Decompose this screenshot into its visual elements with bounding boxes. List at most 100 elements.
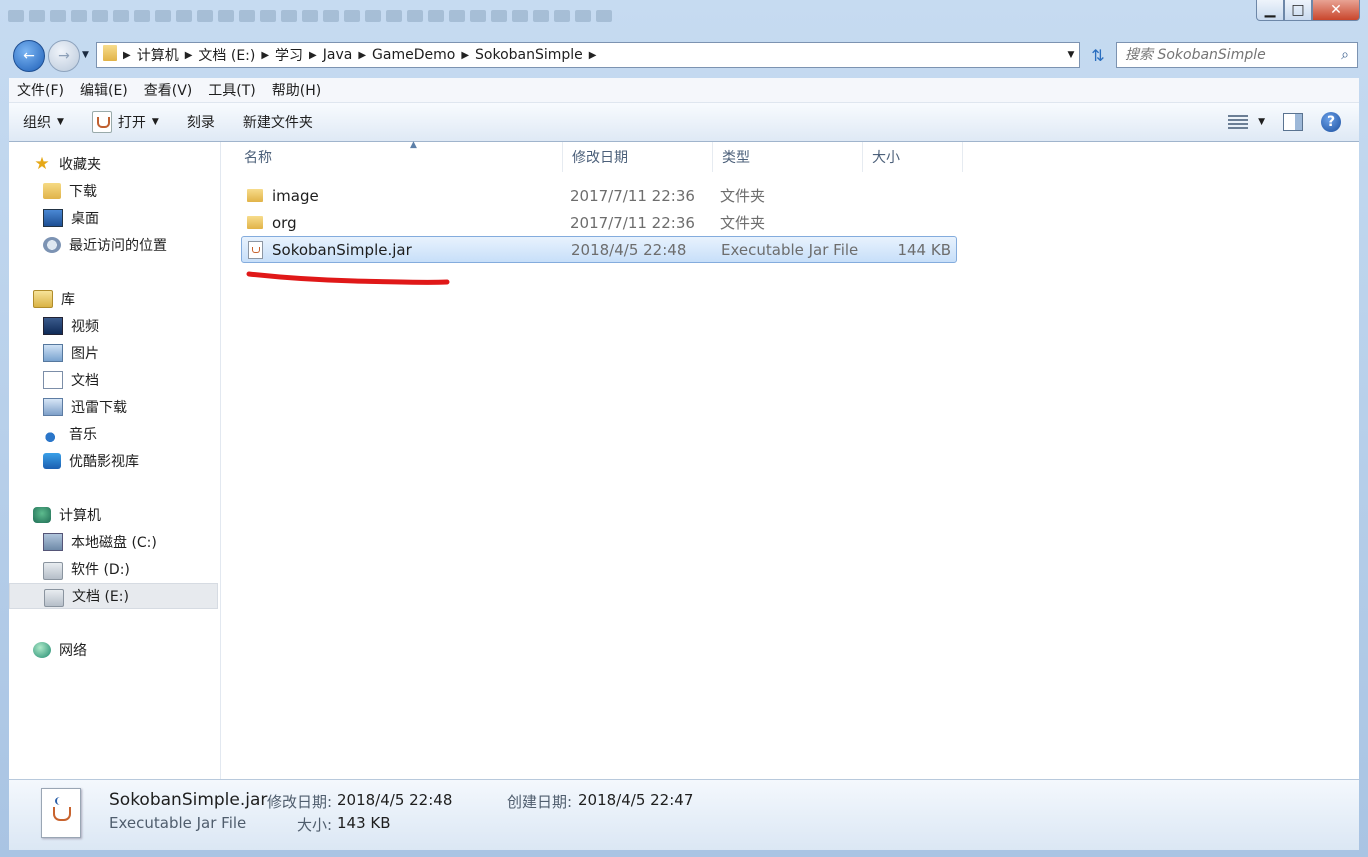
help-icon[interactable]: ?	[1321, 112, 1341, 132]
column-header-size[interactable]: 大小	[863, 142, 963, 172]
nav-network[interactable]: 网络	[9, 637, 242, 663]
minimize-icon: ▁	[1264, 2, 1276, 18]
nav-computer-label: 计算机	[59, 508, 101, 524]
refresh-icon: ⇅	[1091, 45, 1105, 65]
burn-button[interactable]: 刻录	[173, 112, 229, 132]
search-box[interactable]: ⌕	[1116, 42, 1358, 68]
new-folder-button[interactable]: 新建文件夹	[229, 112, 327, 132]
file-row-sokobansimple-jar[interactable]: SokobanSimple.jar 2018/4/5 22:48 Executa…	[241, 236, 957, 263]
folder-icon	[247, 189, 263, 202]
preview-pane-icon[interactable]	[1283, 113, 1303, 131]
nav-desktop[interactable]: 桌面	[9, 205, 252, 231]
details-size-value: 143 KB	[337, 814, 391, 832]
menu-view[interactable]: 查看(V)	[136, 80, 201, 100]
chevron-right-icon[interactable]: ▶	[358, 50, 366, 61]
breadcrumb-study[interactable]: 学习	[269, 45, 309, 65]
thunder-library-icon	[43, 398, 63, 416]
refresh-button[interactable]: ⇅	[1085, 42, 1111, 68]
search-input[interactable]	[1117, 46, 1333, 64]
file-row-org[interactable]: org 2017/7/11 22:36 文件夹	[241, 209, 957, 236]
window-controls: ▁ □ ✕	[1256, 0, 1360, 21]
nav-youku-library[interactable]: 优酷影视库	[9, 448, 252, 474]
forward-button[interactable]: →	[48, 40, 80, 72]
video-library-icon	[43, 317, 63, 335]
nav-videos[interactable]: 视频	[9, 313, 252, 339]
chevron-down-icon[interactable]: ▼	[152, 117, 159, 127]
nav-drive-d[interactable]: 软件 (D:)	[9, 556, 252, 582]
nav-pictures-label: 图片	[71, 346, 99, 362]
view-options-button[interactable]: ▼	[1228, 115, 1265, 129]
column-header-type[interactable]: 类型	[713, 142, 863, 172]
menu-tools[interactable]: 工具(T)	[200, 80, 263, 100]
chevron-right-icon[interactable]: ▶	[185, 50, 193, 61]
chevron-right-icon[interactable]: ▶	[461, 50, 469, 61]
nav-pictures[interactable]: 图片	[9, 340, 252, 366]
minimize-button[interactable]: ▁	[1256, 0, 1284, 21]
file-modified: 2017/7/11 22:36	[570, 213, 695, 232]
recent-places-icon	[43, 237, 61, 253]
arrow-left-icon: ←	[23, 48, 35, 64]
breadcrumb-java[interactable]: Java	[317, 47, 359, 63]
breadcrumb-gamedemo[interactable]: GameDemo	[366, 47, 461, 63]
menu-edit[interactable]: 编辑(E)	[72, 80, 136, 100]
star-icon: ★	[34, 154, 50, 174]
nav-libraries-label: 库	[61, 292, 75, 308]
menu-help[interactable]: 帮助(H)	[264, 80, 329, 100]
address-dropdown-icon[interactable]: ▼	[1063, 50, 1079, 60]
chevron-right-icon[interactable]: ▶	[309, 50, 317, 61]
file-row-image[interactable]: image 2017/7/11 22:36 文件夹	[241, 182, 957, 209]
quick-access-toolbar	[8, 10, 612, 22]
nav-drive-d-label: 软件 (D:)	[71, 562, 130, 578]
nav-documents-label: 文档	[71, 373, 99, 389]
search-icon[interactable]: ⌕	[1333, 47, 1357, 63]
chevron-right-icon[interactable]: ▶	[589, 50, 597, 61]
nav-thunder-downloads[interactable]: 迅雷下载	[9, 394, 252, 420]
nav-drive-c[interactable]: 本地磁盘 (C:)	[9, 529, 252, 555]
computer-icon	[33, 507, 51, 523]
nav-recent-places[interactable]: 最近访问的位置	[9, 232, 252, 258]
breadcrumb-sokobansimple[interactable]: SokobanSimple	[469, 47, 589, 63]
navigation-pane: ★ 收藏夹 下载 桌面 最近访问的位置 库 视频 图片 文档 迅雷下载 音乐 优酷…	[9, 142, 221, 779]
new-folder-label: 新建文件夹	[242, 115, 313, 131]
breadcrumb-computer[interactable]: 计算机	[131, 45, 185, 65]
downloads-folder-icon	[43, 183, 61, 199]
column-header-modified[interactable]: 修改日期	[563, 142, 713, 172]
menu-file[interactable]: 文件(F)	[9, 80, 72, 100]
file-type: 文件夹	[720, 214, 766, 232]
nav-computer[interactable]: 计算机	[9, 502, 242, 528]
nav-libraries[interactable]: 库	[9, 286, 242, 312]
organize-button[interactable]: 组织 ▼	[9, 112, 78, 132]
nav-drive-e[interactable]: 文档 (E:)	[9, 583, 218, 609]
music-library-icon	[43, 426, 61, 442]
details-view-icon	[1228, 115, 1249, 129]
close-button[interactable]: ✕	[1312, 0, 1360, 21]
burn-label: 刻录	[186, 115, 215, 131]
file-type: Executable Jar File	[721, 240, 859, 259]
details-filename: SokobanSimple.jar	[109, 790, 268, 810]
nav-videos-label: 视频	[71, 319, 99, 335]
java-jar-icon	[41, 788, 81, 838]
chevron-right-icon[interactable]: ▶	[123, 50, 131, 61]
nav-downloads[interactable]: 下载	[9, 178, 252, 204]
details-type: Executable Jar File	[109, 814, 247, 832]
nav-music[interactable]: 音乐	[9, 421, 252, 447]
address-bar[interactable]: ▶ 计算机 ▶ 文档 (E:) ▶ 学习 ▶ Java ▶ GameDemo ▶…	[96, 42, 1080, 68]
breadcrumb-drive-e[interactable]: 文档 (E:)	[192, 45, 261, 65]
column-header-name[interactable]: 名称 ▲	[235, 140, 563, 172]
open-label: 打开	[117, 115, 146, 131]
open-button[interactable]: 打开 ▼	[78, 111, 173, 133]
maximize-button[interactable]: □	[1284, 0, 1312, 21]
column-type-label: 类型	[722, 150, 750, 166]
nav-documents[interactable]: 文档	[9, 367, 252, 393]
folder-icon	[247, 216, 263, 229]
chevron-right-icon[interactable]: ▶	[261, 50, 269, 61]
recent-pages-dropdown[interactable]: ▼	[82, 50, 89, 60]
desktop-icon	[43, 209, 63, 227]
nav-favorites-label: 收藏夹	[59, 157, 101, 173]
details-created-label: 创建日期:	[507, 793, 573, 811]
back-button[interactable]: ←	[13, 40, 45, 72]
drive-icon	[44, 589, 64, 607]
maximize-icon: □	[1291, 2, 1305, 18]
system-drive-icon	[43, 533, 63, 551]
nav-favorites[interactable]: ★ 收藏夹	[9, 151, 242, 177]
